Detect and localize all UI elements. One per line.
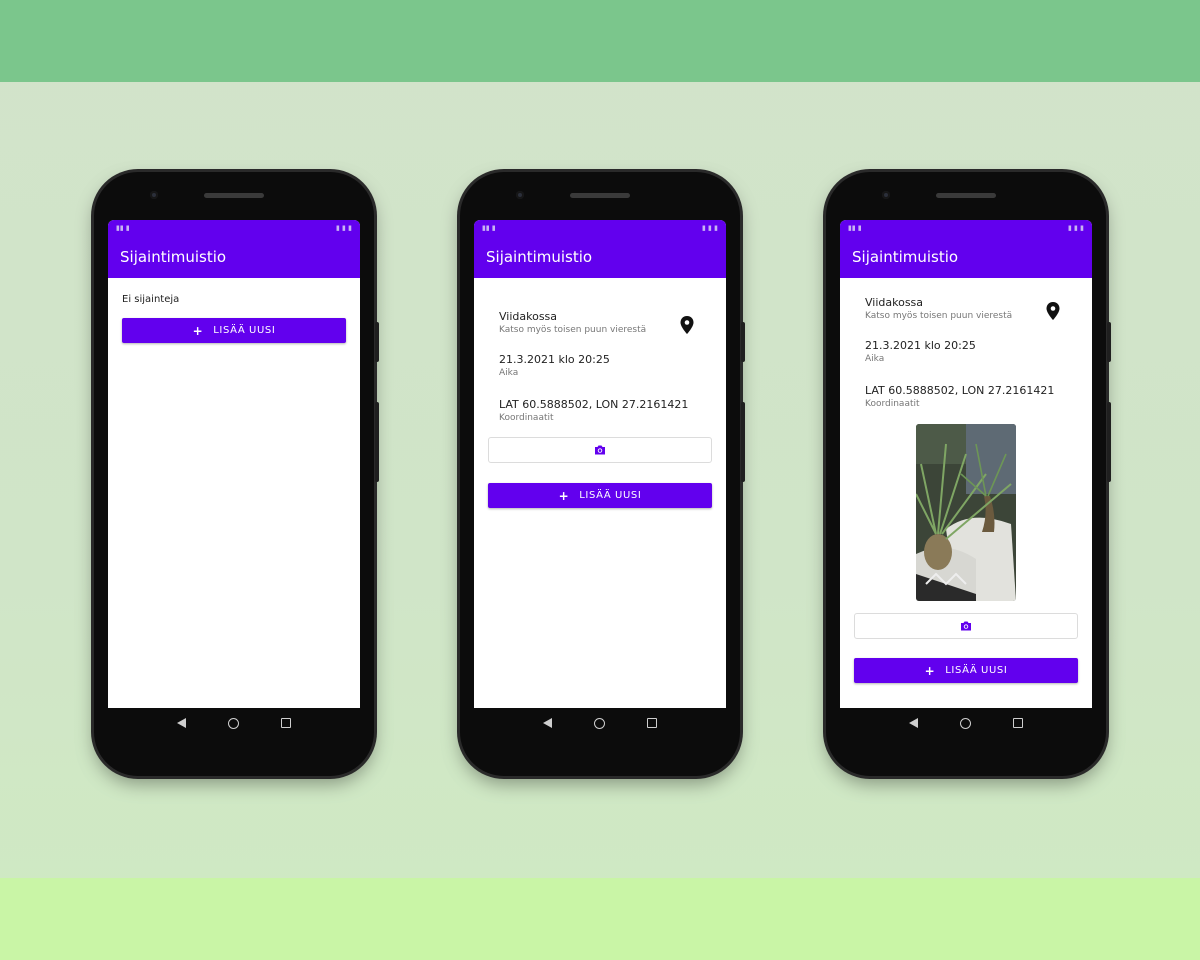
status-bar: ▮▮ ▮ ▮ ▮ ▮	[108, 220, 360, 236]
plus-icon: +	[924, 663, 936, 678]
coordinates-value: LAT 60.5888502, LON 27.2161421	[865, 384, 1055, 397]
back-icon[interactable]	[177, 718, 186, 728]
coordinates-label: Koordinaatit	[499, 413, 554, 423]
add-new-label: LISÄÄ UUSI	[579, 490, 642, 501]
app-bar: Sijaintimuistio	[474, 236, 726, 278]
add-new-button[interactable]: + LISÄÄ UUSI	[854, 658, 1078, 683]
front-camera	[516, 191, 524, 199]
camera-icon	[595, 445, 605, 455]
screen: ▮▮ ▮ ▮ ▮ ▮ Sijaintimuistio Ei sijainteja …	[108, 220, 360, 708]
nav-bar	[840, 708, 1092, 738]
location-photo[interactable]	[916, 424, 1016, 601]
back-icon[interactable]	[909, 718, 918, 728]
earpiece	[204, 193, 264, 198]
coordinates-row: LAT 60.5888502, LON 27.2161421 Koordinaa…	[488, 398, 712, 423]
camera-icon	[961, 621, 971, 631]
phone-location-detail: ▮▮ ▮ ▮ ▮ ▮ Sijaintimuistio Viidakossa Kat…	[460, 172, 745, 776]
screen: ▮▮ ▮ ▮ ▮ ▮ Sijaintimuistio Viidakossa Kat…	[474, 220, 726, 708]
phone-location-with-photo: ▮▮ ▮ ▮ ▮ ▮ Sijaintimuistio Viidakossa Kat…	[826, 172, 1111, 776]
add-new-button[interactable]: + LISÄÄ UUSI	[488, 483, 712, 508]
add-new-button[interactable]: + LISÄÄ UUSI	[122, 318, 346, 343]
location-name-row[interactable]: Viidakossa Katso myös toisen puun vieres…	[854, 296, 1078, 321]
earpiece	[570, 193, 630, 198]
recents-icon[interactable]	[1013, 718, 1023, 728]
recents-icon[interactable]	[647, 718, 657, 728]
app-bar: Sijaintimuistio	[840, 236, 1092, 278]
location-name-row[interactable]: Viidakossa Katso myös toisen puun vieres…	[488, 310, 712, 335]
coordinates-row: LAT 60.5888502, LON 27.2161421 Koordinaa…	[854, 384, 1078, 409]
recents-icon[interactable]	[281, 718, 291, 728]
home-icon[interactable]	[228, 717, 239, 729]
add-new-label: LISÄÄ UUSI	[945, 665, 1008, 676]
add-new-label: LISÄÄ UUSI	[213, 325, 276, 336]
home-icon[interactable]	[960, 717, 971, 729]
time-label: Aika	[499, 368, 519, 378]
bottom-band	[0, 878, 1200, 960]
home-icon[interactable]	[594, 717, 605, 729]
map-pin-icon[interactable]	[1046, 302, 1060, 320]
app-title: Sijaintimuistio	[486, 248, 593, 266]
status-bar: ▮▮ ▮ ▮ ▮ ▮	[474, 220, 726, 236]
plus-icon: +	[192, 323, 204, 338]
map-pin-icon[interactable]	[680, 316, 694, 334]
nav-bar	[474, 708, 726, 738]
status-bar: ▮▮ ▮ ▮ ▮ ▮	[840, 220, 1092, 236]
front-camera	[150, 191, 158, 199]
screen: ▮▮ ▮ ▮ ▮ ▮ Sijaintimuistio Viidakossa Kat…	[840, 220, 1092, 708]
take-photo-button[interactable]	[488, 437, 712, 463]
time-row: 21.3.2021 klo 20:25 Aika	[854, 339, 1078, 364]
front-camera	[882, 191, 890, 199]
plus-icon: +	[558, 488, 570, 503]
plant-photo	[916, 424, 1016, 601]
empty-message: Ei sijainteja	[122, 294, 180, 305]
back-icon[interactable]	[543, 718, 552, 728]
earpiece	[936, 193, 996, 198]
phone-empty-state: ▮▮ ▮ ▮ ▮ ▮ Sijaintimuistio Ei sijainteja …	[94, 172, 379, 776]
top-band	[0, 0, 1200, 82]
coordinates-label: Koordinaatit	[865, 399, 920, 409]
app-bar: Sijaintimuistio	[108, 236, 360, 278]
coordinates-value: LAT 60.5888502, LON 27.2161421	[499, 398, 689, 411]
app-title: Sijaintimuistio	[852, 248, 959, 266]
app-title: Sijaintimuistio	[120, 248, 227, 266]
time-label: Aika	[865, 354, 885, 364]
take-photo-button[interactable]	[854, 613, 1078, 639]
time-row: 21.3.2021 klo 20:25 Aika	[488, 353, 712, 378]
time-value: 21.3.2021 klo 20:25	[865, 339, 976, 352]
time-value: 21.3.2021 klo 20:25	[499, 353, 610, 366]
nav-bar	[108, 708, 360, 738]
